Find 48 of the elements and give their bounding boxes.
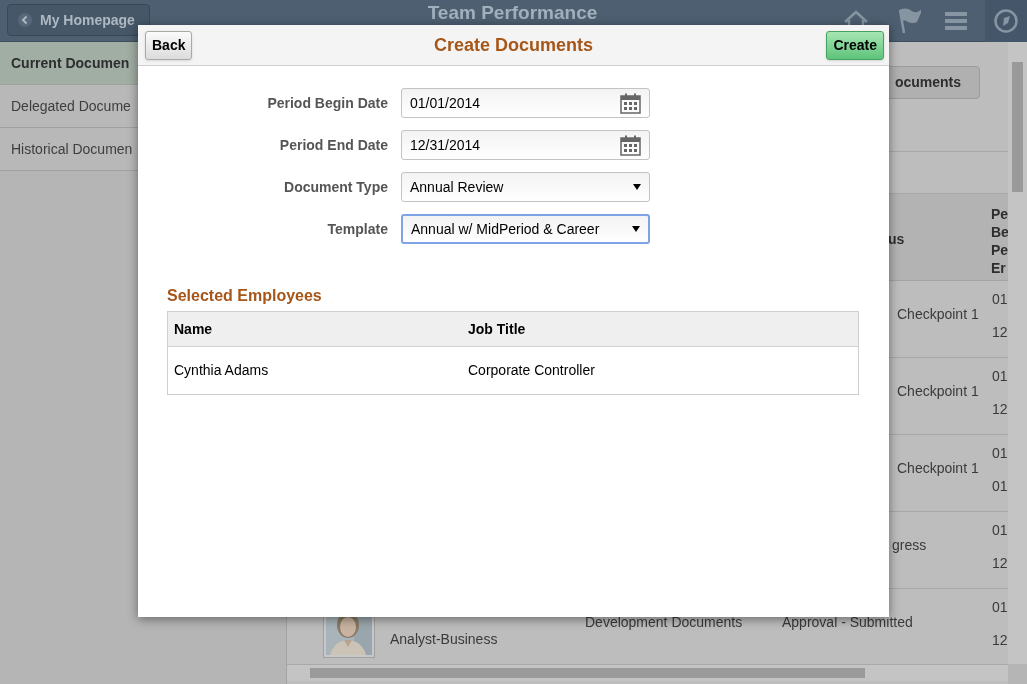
column-header: Job Title <box>468 319 527 339</box>
table-cell-text: Checkpoint 1 <box>897 459 979 478</box>
dropdown-field[interactable]: Annual Review <box>401 172 650 202</box>
dropdown-arrow-icon <box>633 183 641 191</box>
navigator-button[interactable] <box>985 0 1027 42</box>
table-cell-text: 01 <box>992 521 1008 540</box>
table-cell-text: 01 <box>992 444 1008 463</box>
back-button[interactable]: Back <box>145 31 193 60</box>
dropdown-field[interactable]: Annual w/ MidPeriod & Career <box>401 214 650 244</box>
field-label: Template <box>326 219 388 239</box>
table-cell-text: Checkpoint 1 <box>897 382 979 401</box>
table-cell-text: 12 <box>992 631 1008 650</box>
field-label: Document Type <box>283 177 388 197</box>
table-cell-text: Checkpoint 1 <box>897 305 979 324</box>
table-cell-text: 01 <box>992 367 1008 386</box>
table-cell-text: 01 <box>992 477 1008 496</box>
vertical-scrollbar[interactable] <box>1008 42 1027 664</box>
flag-icon[interactable] <box>897 8 921 34</box>
back-chevron-icon <box>18 13 32 27</box>
column-header: us <box>888 230 905 249</box>
table-cell-text: 12 <box>992 323 1008 342</box>
table-cell-text: Cynthia Adams <box>173 361 270 380</box>
calendar-icon[interactable] <box>620 134 641 156</box>
column-header: Pe Be Pe Er <box>991 205 1009 277</box>
table-cell-text: 01 <box>992 598 1008 617</box>
table-cell-text: Development Documents <box>585 613 743 632</box>
column-header: Name <box>173 319 214 339</box>
table-cell-text: Approval - Submitted <box>782 613 913 632</box>
menu-icon[interactable] <box>945 11 967 31</box>
table-cell-text: gress <box>892 536 927 555</box>
dropdown-arrow-icon <box>632 225 640 233</box>
field-label: Period Begin Date <box>266 93 388 113</box>
table-cell-text: Analyst-Business <box>390 630 498 649</box>
section-title: Selected Employees <box>167 286 323 306</box>
dialog-title: Create Documents <box>433 33 593 57</box>
table-cell-text: 12 <box>992 400 1008 419</box>
calendar-icon[interactable] <box>620 92 641 114</box>
field-label: Period End Date <box>278 135 388 155</box>
horizontal-scrollbar[interactable] <box>287 664 1008 681</box>
date-field[interactable]: 12/31/2014 <box>401 130 650 160</box>
table-cell-text: 01 <box>992 290 1008 309</box>
table-cell-text: 12 <box>992 554 1008 573</box>
page-title: Team Performance <box>426 2 599 24</box>
compass-icon <box>994 9 1018 33</box>
home-button[interactable]: My Homepage <box>7 4 150 36</box>
date-field[interactable]: 01/01/2014 <box>401 88 650 118</box>
create-button[interactable]: Create <box>826 31 884 60</box>
table-cell-text: Corporate Controller <box>468 361 596 380</box>
